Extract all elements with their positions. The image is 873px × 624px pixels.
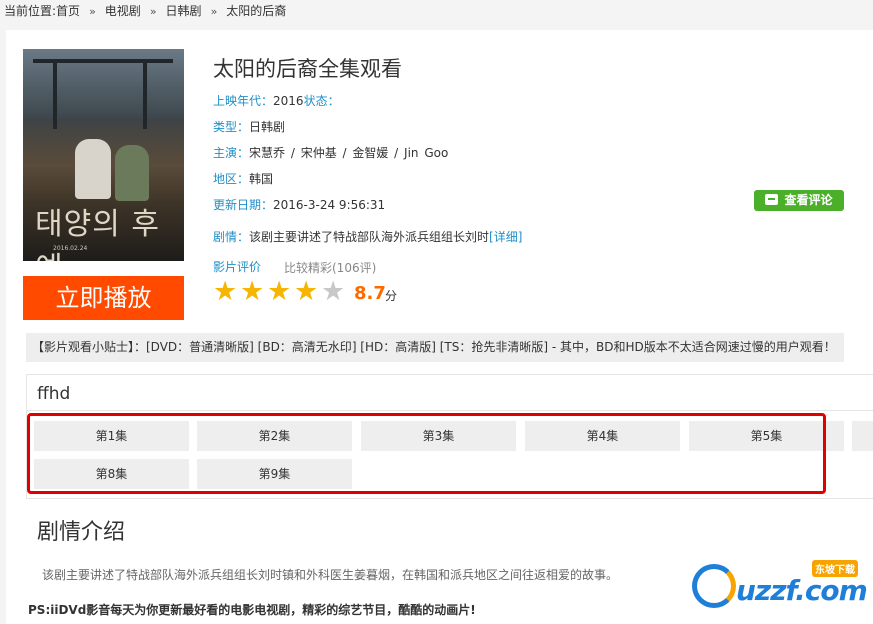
info-update: 更新日期：2016-3-24 9:56:31	[213, 196, 385, 213]
play-now-button[interactable]: 立即播放	[23, 276, 184, 320]
episode-button[interactable]: 第8集	[34, 459, 189, 489]
star-icon[interactable]: ★	[213, 278, 240, 305]
info-plot: 剧情：该剧主要讲述了特战部队海外派兵组组长刘时[详细]	[213, 228, 522, 245]
episode-button[interactable]: 第1集	[34, 421, 189, 451]
info-type: 类型：日韩剧	[213, 118, 285, 135]
watermark-swirl-icon	[692, 564, 736, 608]
breadcrumb-separator: »	[149, 5, 157, 18]
region-label: 地区：	[213, 172, 250, 186]
rating-description: 比较精彩(106评)	[284, 261, 377, 275]
breadcrumb-home[interactable]: 首页	[56, 4, 80, 18]
poster-figure	[75, 139, 111, 199]
info-cast: 主演：宋慧乔 / 宋仲基 / 金智媛 / Jin Goo	[213, 144, 448, 161]
watermark-text: uzzf.com	[736, 574, 868, 607]
watermark-tag: 东坡下载	[812, 560, 858, 577]
episode-button-partial[interactable]	[852, 421, 873, 451]
plot-section-text: 该剧主要讲述了特战部队海外派兵组组长刘时镇和外科医生姜暮烟，在韩国和派兵地区之间…	[42, 568, 619, 582]
type-value: 日韩剧	[249, 120, 286, 134]
star-icon[interactable]: ★	[240, 278, 267, 305]
update-value: 2016-3-24 9:56:31	[273, 198, 386, 212]
year-label: 上映年代：	[213, 94, 274, 108]
status-label: 状态：	[303, 94, 340, 108]
breadcrumb: 当前位置:首页 » 电视剧 » 日韩剧 » 太阳的后裔	[4, 2, 286, 20]
site-watermark-logo: uzzf.com 东坡下载	[692, 560, 868, 612]
poster-figure	[115, 145, 149, 201]
plot-label: 剧情：	[213, 230, 250, 244]
star-icon[interactable]: ★	[321, 278, 348, 305]
plot-section-title: 剧情介绍	[37, 520, 126, 545]
region-value: 韩国	[249, 172, 274, 186]
page-title: 太阳的后裔全集观看	[213, 57, 402, 81]
info-region: 地区：韩国	[213, 170, 273, 187]
rating-label: 影片评价	[213, 260, 262, 274]
poster-caption: 2016.02.24	[53, 245, 88, 252]
breadcrumb-current[interactable]: 太阳的后裔	[226, 4, 286, 18]
plot-short: 该剧主要讲述了特战部队海外派兵组组长刘时	[249, 230, 490, 244]
ps-note: PS:iiDVd影音每天为你更新最好看的电影电视剧，精彩的综艺节目，酷酷的动画片…	[28, 603, 476, 617]
breadcrumb-separator: »	[210, 5, 218, 18]
year-value: 2016	[273, 94, 304, 108]
breadcrumb-prefix: 当前位置:	[4, 4, 57, 18]
view-reviews-label: 查看评论	[784, 193, 833, 207]
view-reviews-button[interactable]: 查看评论	[754, 190, 844, 211]
breadcrumb-separator: »	[89, 5, 96, 18]
breadcrumb-tv[interactable]: 电视剧	[105, 4, 141, 18]
episode-button[interactable]: 第3集	[361, 421, 516, 451]
cast-value: 宋慧乔 / 宋仲基 / 金智媛 / Jin Goo	[249, 146, 449, 160]
poster-image[interactable]: 태양의 후예 2016.02.24	[23, 49, 184, 261]
divider	[26, 410, 873, 411]
poster-beam	[143, 59, 147, 129]
update-label: 更新日期：	[213, 198, 274, 212]
cast-label: 主演：	[213, 146, 250, 160]
star-icon[interactable]: ★	[267, 278, 294, 305]
episode-button[interactable]: 第2集	[197, 421, 352, 451]
poster-beam	[53, 59, 57, 129]
star-rating[interactable]: ★ ★ ★ ★ ★	[213, 278, 348, 306]
detail-link[interactable]: [详细]	[489, 230, 522, 244]
rating-score: 8.7	[354, 283, 386, 304]
breadcrumb-jk-drama[interactable]: 日韩剧	[166, 4, 202, 18]
episode-button[interactable]: 第5集	[689, 421, 844, 451]
source-name: ffhd	[37, 384, 71, 404]
type-label: 类型：	[213, 120, 250, 134]
episode-button[interactable]: 第4集	[525, 421, 680, 451]
viewing-tips: 【影片观看小贴士】：[DVD：普通清晰版] [BD：高清无水印] [HD：高清版…	[26, 333, 844, 362]
episode-button[interactable]: 第9集	[197, 459, 352, 489]
rating-unit: 分	[385, 289, 398, 303]
info-year-status: 上映年代：2016状态：	[213, 92, 340, 109]
star-icon[interactable]: ★	[294, 278, 321, 305]
comment-icon	[765, 194, 779, 205]
